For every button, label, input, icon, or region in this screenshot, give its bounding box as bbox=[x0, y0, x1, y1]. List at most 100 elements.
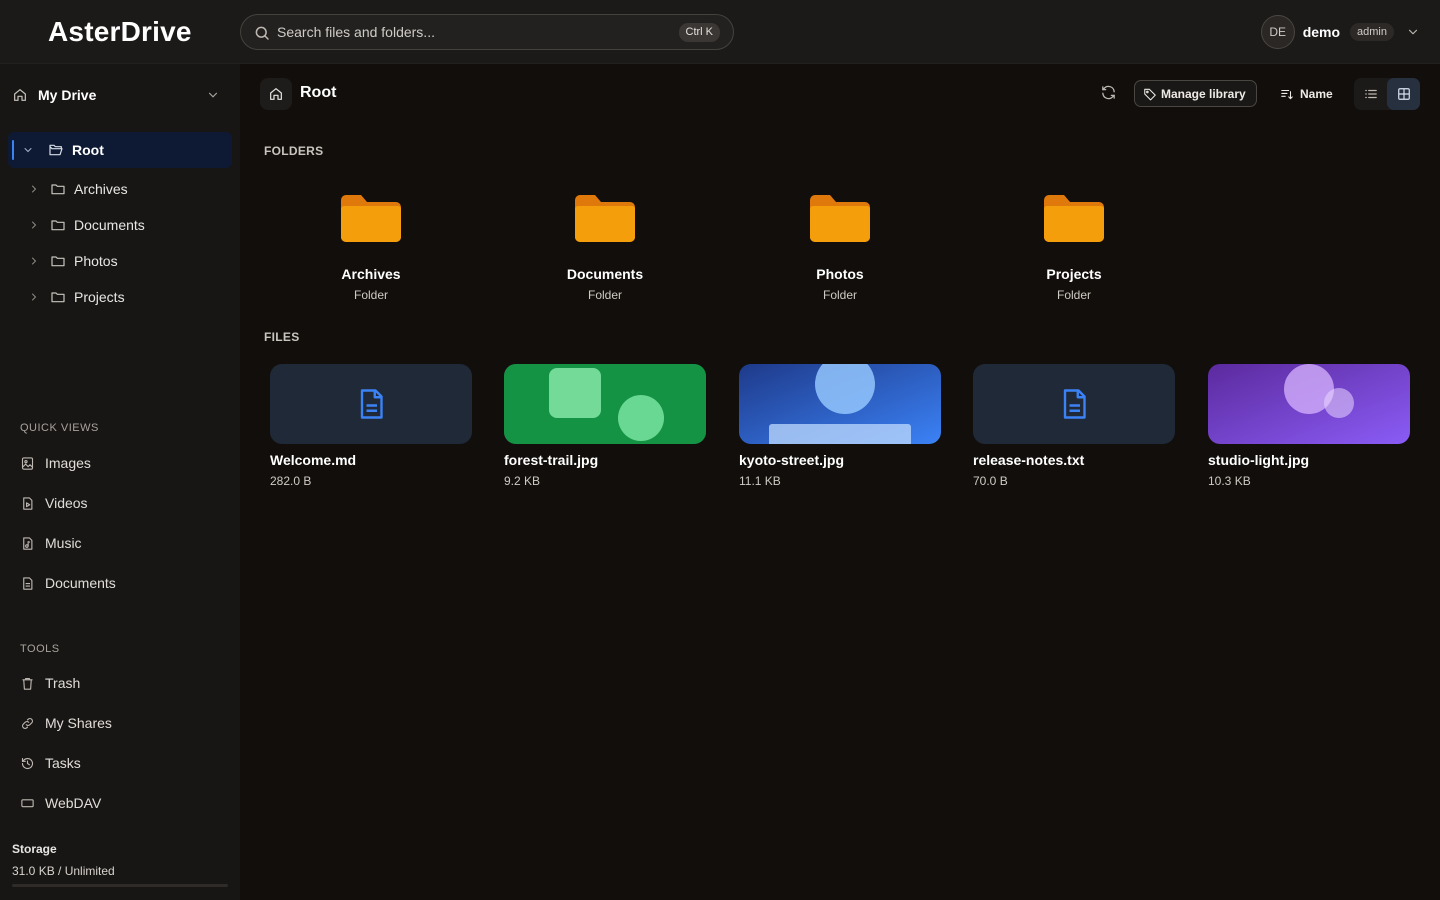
chevron-down-icon[interactable] bbox=[1406, 25, 1420, 39]
folder-icon bbox=[1044, 195, 1104, 242]
file-thumbnail bbox=[973, 364, 1175, 444]
list-view-button[interactable] bbox=[1354, 78, 1387, 110]
document-icon bbox=[23, 576, 33, 590]
tree-item-archives[interactable]: Archives bbox=[28, 174, 228, 204]
folder-name: Photos bbox=[816, 266, 864, 282]
nav-item-images[interactable]: Images bbox=[20, 450, 220, 476]
folder-type: Folder bbox=[822, 288, 857, 302]
search-shortcut-badge: Ctrl K bbox=[678, 23, 720, 42]
folder-name: Documents bbox=[566, 266, 644, 282]
nav-item-documents[interactable]: Documents bbox=[20, 570, 220, 596]
chevron-right-icon[interactable] bbox=[28, 219, 40, 231]
video-icon bbox=[23, 496, 33, 510]
image-thumbnail bbox=[1208, 364, 1410, 444]
folder-card-archives[interactable]: Archives Folder bbox=[271, 190, 471, 310]
drive-label: My Drive bbox=[38, 87, 97, 103]
studio-image-thumbnail bbox=[1208, 364, 1410, 444]
folder-icon bbox=[575, 195, 635, 242]
refresh-icon[interactable] bbox=[1100, 84, 1117, 101]
home-icon bbox=[270, 88, 282, 100]
tree-item-label: Photos bbox=[74, 253, 118, 269]
drive-selector[interactable]: My Drive bbox=[12, 80, 228, 110]
grid-view-button[interactable] bbox=[1387, 78, 1420, 110]
home-button[interactable] bbox=[260, 78, 292, 110]
tree-item-label: Projects bbox=[74, 289, 125, 305]
home-icon bbox=[14, 89, 26, 101]
nav-item-music[interactable]: Music bbox=[20, 530, 220, 556]
folders-section-title: FOLDERS bbox=[264, 144, 324, 158]
tree-item-projects[interactable]: Projects bbox=[28, 282, 228, 312]
music-icon bbox=[23, 536, 33, 550]
grid-icon bbox=[1397, 88, 1410, 100]
nav-label: My Shares bbox=[45, 715, 112, 731]
nav-item-tasks[interactable]: Tasks bbox=[20, 750, 220, 776]
user-name: demo bbox=[1302, 24, 1341, 40]
street-image-thumbnail bbox=[739, 364, 941, 444]
manage-library-label: Manage library bbox=[1161, 86, 1246, 101]
file-name: kyoto-street.jpg bbox=[739, 452, 845, 468]
sort-button[interactable]: Name bbox=[1280, 84, 1333, 104]
nav-item-webdav[interactable]: WebDAV bbox=[20, 790, 220, 816]
folder-icon bbox=[51, 256, 65, 267]
file-name: Welcome.md bbox=[270, 452, 357, 468]
main-content: Root Manage library Name FOLDERS Archive… bbox=[240, 64, 1440, 900]
tree-item-root[interactable]: Root bbox=[8, 132, 232, 168]
folder-icon bbox=[51, 184, 65, 195]
folder-card-photos[interactable]: Photos Folder bbox=[740, 190, 940, 310]
folder-icon bbox=[810, 195, 870, 242]
file-card-welcome[interactable]: Welcome.md 282.0 B bbox=[270, 364, 472, 494]
file-card-release-notes[interactable]: release-notes.txt 70.0 B bbox=[973, 364, 1175, 494]
chevron-right-icon[interactable] bbox=[28, 291, 40, 303]
tree-item-label: Archives bbox=[74, 181, 128, 197]
file-size: 282.0 B bbox=[270, 474, 312, 488]
nav-label: Documents bbox=[45, 575, 116, 591]
file-size: 10.3 KB bbox=[1208, 474, 1251, 488]
role-badge: admin bbox=[1350, 23, 1394, 41]
user-menu[interactable]: DE demo admin bbox=[1260, 15, 1420, 49]
folder-name: Projects bbox=[1046, 266, 1102, 282]
folder-open-icon bbox=[49, 144, 63, 156]
view-toggle bbox=[1354, 78, 1420, 110]
folder-type: Folder bbox=[587, 288, 622, 302]
tree-item-label: Documents bbox=[74, 217, 145, 233]
file-size: 11.1 KB bbox=[739, 474, 781, 488]
breadcrumb[interactable]: Root bbox=[300, 84, 336, 102]
file-card-forest-trail[interactable]: forest-trail.jpg 9.2 KB bbox=[504, 364, 706, 494]
nav-item-trash[interactable]: Trash bbox=[20, 670, 220, 696]
top-bar: AsterDrive Ctrl K DE demo admin bbox=[0, 0, 1440, 64]
sort-label: Name bbox=[1300, 87, 1333, 101]
nav-label: Trash bbox=[45, 675, 81, 691]
file-card-studio-light[interactable]: studio-light.jpg 10.3 KB bbox=[1208, 364, 1410, 494]
nav-label: Videos bbox=[45, 495, 88, 511]
link-icon bbox=[22, 717, 33, 729]
chevron-down-icon[interactable] bbox=[206, 88, 220, 102]
storage-progress-bar bbox=[12, 884, 228, 887]
sort-icon bbox=[1281, 89, 1293, 100]
file-thumbnail bbox=[270, 364, 472, 444]
search-box[interactable]: Ctrl K bbox=[240, 14, 734, 50]
nav-item-videos[interactable]: Videos bbox=[20, 490, 220, 516]
file-size: 9.2 KB bbox=[504, 474, 541, 488]
nav-item-my-shares[interactable]: My Shares bbox=[20, 710, 220, 736]
nav-label: Images bbox=[45, 455, 91, 471]
file-name: forest-trail.jpg bbox=[504, 452, 599, 468]
folder-card-projects[interactable]: Projects Folder bbox=[974, 190, 1174, 310]
file-size: 70.0 B bbox=[973, 474, 1008, 488]
chevron-down-icon[interactable] bbox=[22, 144, 34, 156]
file-name: studio-light.jpg bbox=[1208, 452, 1310, 468]
chevron-right-icon[interactable] bbox=[28, 183, 40, 195]
manage-library-button[interactable]: Manage library bbox=[1134, 80, 1257, 107]
app-logo[interactable]: AsterDrive bbox=[48, 16, 192, 48]
folder-card-documents[interactable]: Documents Folder bbox=[505, 190, 705, 310]
history-icon bbox=[21, 757, 33, 769]
tree-item-photos[interactable]: Photos bbox=[28, 246, 228, 276]
folder-icon bbox=[51, 292, 65, 303]
search-input[interactable] bbox=[277, 15, 667, 49]
avatar[interactable]: DE bbox=[1260, 15, 1295, 49]
tree-item-documents[interactable]: Documents bbox=[28, 210, 228, 240]
folder-icon bbox=[51, 220, 65, 231]
nav-label: WebDAV bbox=[45, 795, 102, 811]
file-card-kyoto-street[interactable]: kyoto-street.jpg 11.1 KB bbox=[739, 364, 941, 494]
chevron-right-icon[interactable] bbox=[28, 255, 40, 267]
tools-title: TOOLS bbox=[20, 643, 60, 655]
